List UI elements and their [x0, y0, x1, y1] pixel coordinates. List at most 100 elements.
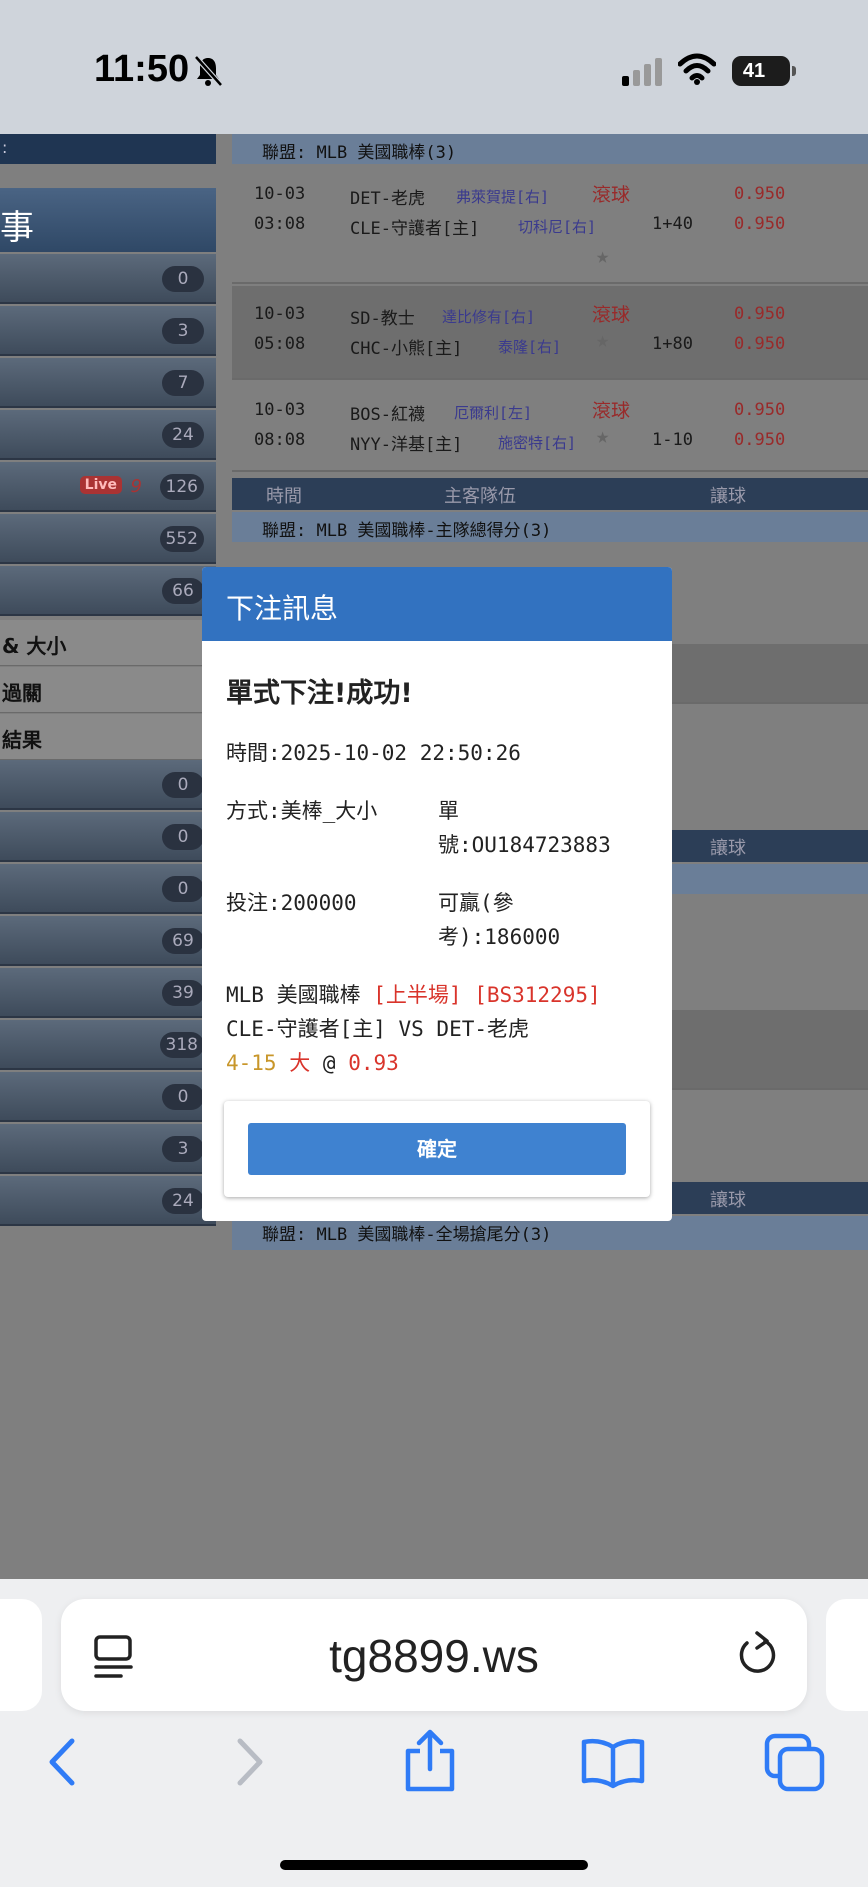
status-bar: 11:50 41 — [0, 0, 868, 134]
sidebar-menu-size[interactable]: & 大小 — [0, 620, 216, 666]
count-badge: 0 — [162, 824, 204, 850]
dialog-header: 下注訊息 — [202, 567, 672, 641]
back-icon[interactable] — [44, 1737, 80, 1787]
address-bar[interactable]: tg8899.ws — [61, 1599, 807, 1711]
col-handicap: 讓球 — [710, 1190, 746, 1211]
count-badge: 0 — [162, 876, 204, 902]
button-card: 確定 — [224, 1101, 650, 1197]
count-badge: 69 — [162, 928, 204, 954]
game-row[interactable]: 10-03 03:08 DET-老虎 弗萊賀提[右] CLE-守護者[主] 切科… — [232, 164, 868, 284]
sidebar-item[interactable]: 3 — [0, 306, 216, 356]
away-pitcher: 達比修有[右] — [442, 308, 536, 326]
sidebar-title: 事 — [0, 188, 216, 252]
bet-info-dialog: 下注訊息 單式下注!成功! 時間:2025-10-02 22:50:26 方式:… — [202, 567, 672, 1221]
clock: 11:50 — [94, 48, 190, 90]
away-pitcher: 弗萊賀提[右] — [456, 188, 550, 206]
live-status: 滾球 — [592, 304, 631, 326]
odds-home[interactable]: 0.950 — [734, 430, 785, 450]
url-text[interactable]: tg8899.ws — [61, 1629, 807, 1683]
table-header: 時間 主客隊伍 讓球 — [232, 478, 868, 510]
live-count: 9 — [130, 476, 142, 497]
sidebar-item[interactable]: 0 — [0, 812, 216, 862]
odds-away[interactable]: 0.950 — [734, 400, 785, 420]
game-time: 03:08 — [254, 214, 306, 234]
home-team: CLE-守護者[主] — [350, 219, 480, 239]
battery-icon: 41 — [732, 56, 796, 86]
count-badge: 7 — [162, 370, 204, 396]
previous-tab-preview[interactable] — [0, 1599, 42, 1711]
sidebar-item-live[interactable]: Live 9 126 — [0, 462, 216, 512]
win-label: 可贏(參 — [438, 891, 514, 915]
home-pitcher: 切科尼[右] — [518, 218, 597, 236]
reload-icon[interactable] — [737, 1631, 779, 1679]
signal-icon — [622, 58, 662, 86]
home-team: NYY-洋基[主] — [350, 435, 463, 455]
sidebar-item[interactable]: 24 — [0, 1176, 216, 1226]
star-icon[interactable]: ★ — [596, 328, 609, 353]
count-badge: 552 — [159, 526, 204, 552]
live-status: 滾球 — [592, 400, 631, 422]
bookmarks-icon[interactable] — [580, 1737, 646, 1789]
col-handicap: 讓球 — [710, 838, 746, 859]
sidebar-item[interactable]: 0 — [0, 1072, 216, 1122]
game-row[interactable]: 10-03 05:08 SD-教士 達比修有[右] CHC-小熊[主] 泰隆[右… — [232, 286, 868, 380]
confirm-button[interactable]: 確定 — [248, 1123, 626, 1175]
odds-home[interactable]: 0.950 — [734, 334, 785, 354]
game-date: 10-03 — [254, 184, 306, 204]
count-badge: 0 — [162, 1084, 204, 1110]
count-badge: 24 — [162, 422, 204, 448]
sidebar-item[interactable]: 3 — [0, 1124, 216, 1174]
sidebar-item[interactable]: 318 — [0, 1020, 216, 1070]
sidebar-item[interactable]: 39 — [0, 968, 216, 1018]
home-pitcher: 施密特[右] — [498, 434, 577, 452]
league-header: 聯盟: MLB 美國職棒(3) — [232, 134, 868, 164]
away-pitcher: 厄爾利[左] — [454, 404, 533, 422]
count-badge: 0 — [162, 266, 204, 292]
sidebar-item[interactable]: 0 — [0, 864, 216, 914]
away-team: DET-老虎 — [350, 189, 425, 209]
bet-odds: 0.93 — [348, 1051, 399, 1075]
bet-time: 時間:2025-10-02 22:50:26 — [226, 741, 521, 765]
bet-amount: 投注:200000 — [226, 891, 357, 915]
count-badge: 3 — [162, 1136, 204, 1162]
game-date: 10-03 — [254, 400, 306, 420]
sidebar-item[interactable]: 0 — [0, 760, 216, 810]
star-icon[interactable]: ★ — [596, 424, 609, 449]
col-time: 時間 — [266, 486, 302, 507]
away-team: SD-教士 — [350, 309, 415, 329]
sidebar-item[interactable]: 552 — [0, 514, 216, 564]
next-tab-preview[interactable] — [826, 1599, 868, 1711]
win-amount: 考):186000 — [438, 925, 561, 949]
sidebar-menu-parlay[interactable]: 過關 — [0, 667, 216, 713]
game-row[interactable]: 10-03 08:08 BOS-紅襪 厄爾利[左] NYY-洋基[主] 施密特[… — [232, 382, 868, 472]
odds-away[interactable]: 0.950 — [734, 184, 785, 204]
forward-icon[interactable] — [232, 1737, 268, 1787]
sidebar-item[interactable]: 0 — [0, 254, 216, 304]
home-indicator — [280, 1860, 588, 1870]
live-status: 滾球 — [592, 184, 631, 206]
sidebar-item[interactable]: 66 — [0, 566, 216, 616]
sidebar: : 事 0 3 7 24 Live 9 126 552 66 & 大小 過關 結果 … — [0, 134, 216, 1229]
order-label: 單 — [438, 799, 459, 823]
game-date: 10-03 — [254, 304, 306, 324]
count-badge: 3 — [162, 318, 204, 344]
count-badge: 0 — [162, 772, 204, 798]
at-sign: @ — [322, 1051, 336, 1075]
sidebar-item[interactable]: 7 — [0, 358, 216, 408]
bet-method: 方式:美棒_大小 — [226, 799, 378, 823]
battery-level: 41 — [742, 60, 766, 82]
tabs-icon[interactable] — [764, 1733, 826, 1793]
odds-away[interactable]: 0.950 — [734, 304, 785, 324]
half-tag: [上半場] — [373, 983, 462, 1007]
share-icon[interactable] — [404, 1729, 456, 1793]
league-name: MLB 美國職棒 — [226, 983, 361, 1007]
odds-home[interactable]: 0.950 — [734, 214, 785, 234]
star-icon[interactable]: ★ — [596, 244, 609, 269]
dialog-title: 下注訊息 — [226, 592, 339, 625]
wifi-icon — [678, 53, 716, 85]
sidebar-item[interactable]: 69 — [0, 916, 216, 966]
count-badge: 24 — [162, 1188, 204, 1214]
sidebar-item[interactable]: 24 — [0, 410, 216, 460]
sidebar-menu-results[interactable]: 結果 — [0, 714, 216, 760]
home-team: CHC-小熊[主] — [350, 339, 463, 359]
